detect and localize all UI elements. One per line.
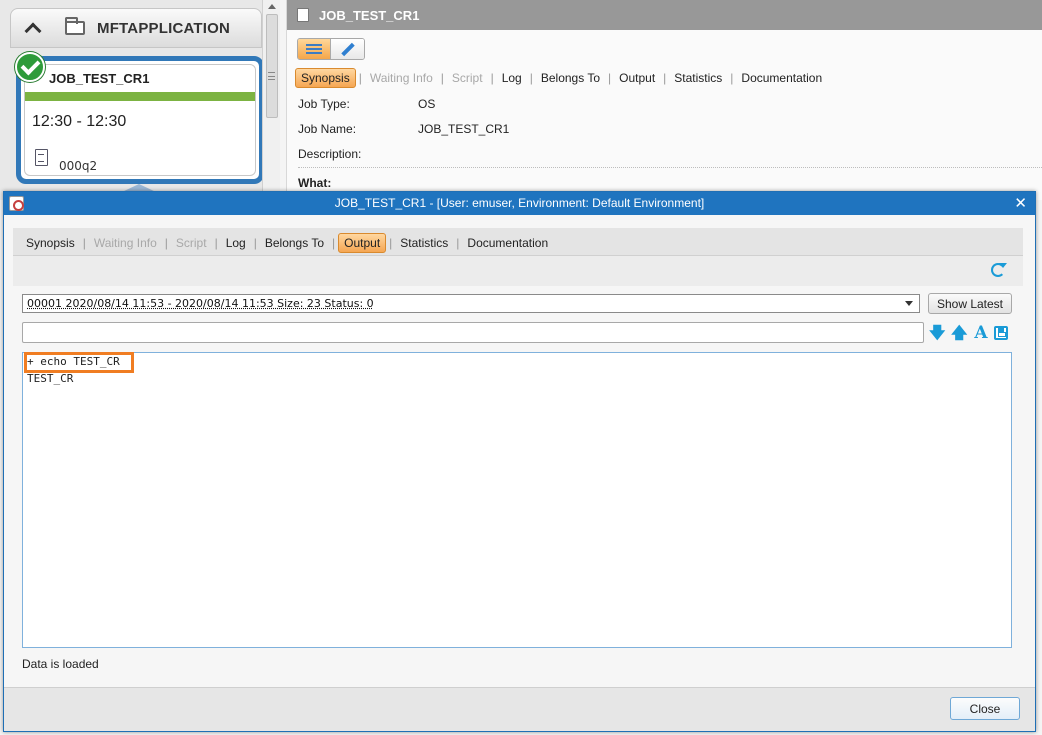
list-view-button[interactable] [298,39,332,59]
job-name-value: JOB_TEST_CR1 [418,122,510,136]
job-status-bar [25,92,255,101]
dialog-tabs: Synopsis | Waiting Info | Script | Log | Belongs… [21,233,553,253]
status-text: Data is loaded [22,657,99,671]
dialog-footer: Close [4,687,1035,731]
tab-separator: | [253,236,257,250]
folder-panel: MFTAPPLICATION JOB_TEST_CR1 12:30 - 12:3… [0,0,264,200]
edit-button[interactable] [331,39,364,59]
folder-icon [65,17,85,35]
resize-grip-icon[interactable] [268,72,275,80]
tab-separator: | [730,71,734,85]
job-card-time: 12:30 - 12:30 [32,113,127,130]
highlight-box [24,352,134,373]
output-dialog: JOB_TEST_CR1 - [User: emuser, Environmen… [3,191,1036,732]
success-check-icon [15,52,45,82]
tab-separator: | [332,236,336,250]
details-header: JOB_TEST_CR1 [287,0,1042,30]
dialog-title: JOB_TEST_CR1 - [User: emuser, Environmen… [334,196,705,210]
details-tab-statistics[interactable]: Statistics [669,69,727,87]
job-type-value: OS [418,97,436,111]
tab-separator: | [490,71,494,85]
details-tab-output[interactable]: Output [614,69,660,87]
show-latest-button[interactable]: Show Latest [928,293,1012,314]
details-panel: JOB_TEST_CR1 Synopsis | Waiting Info | Scrip… [286,0,1042,200]
tab-separator: | [529,71,533,85]
details-tab-documentation[interactable]: Documentation [736,69,827,87]
job-card-title: JOB_TEST_CR1 [49,71,150,86]
chevron-down-icon[interactable] [905,301,913,306]
details-tabs: Synopsis | Waiting Info | Script | Log | Belongs… [295,68,827,88]
vertical-scrollbar[interactable] [262,0,280,200]
tab-separator: | [389,236,393,250]
folder-header[interactable]: MFTAPPLICATION [10,8,262,48]
job-type-label: Job Type: [298,97,350,111]
dialog-tab-script: Script [175,236,207,250]
job-document-icon [297,8,309,22]
dialog-tab-log[interactable]: Log [221,234,251,252]
scroll-up-arrow-icon[interactable] [268,4,276,9]
dialog-tab-statistics[interactable]: Statistics [395,234,453,252]
tab-separator: | [82,236,86,250]
details-tab-synopsis[interactable]: Synopsis [295,68,356,88]
dialog-tab-synopsis[interactable]: Synopsis [21,234,80,252]
output-text-area[interactable]: + echo TEST_CR TEST_CR [22,352,1012,648]
folder-title: MFTAPPLICATION [97,19,231,37]
arrow-down-icon[interactable]: 🡇 [929,325,945,341]
dialog-tab-waiting-info: Waiting Info [93,236,157,250]
save-icon[interactable] [994,326,1008,340]
tab-separator: | [214,236,218,250]
tab-separator: | [663,71,667,85]
job-name-label: Job Name: [298,122,357,136]
list-icon [306,44,322,54]
job-order-id: 000q2 [59,159,98,173]
tab-separator: | [608,71,612,85]
arrow-up-icon[interactable]: 🡅 [951,325,967,341]
details-tab-belongs-to[interactable]: Belongs To [536,69,605,87]
run-select-value: 00001 2020/08/14 11:53 - 2020/08/14 11:5… [27,297,374,310]
document-icon [35,149,48,166]
description-label: Description: [298,147,362,161]
details-tab-script: Script [451,71,483,85]
collapse-chevron-icon[interactable] [24,22,42,40]
divider [298,167,1042,168]
dialog-toolbar [13,256,1023,286]
what-label: What: [298,176,332,190]
scroll-thumb[interactable] [266,14,278,118]
dialog-titlebar[interactable]: JOB_TEST_CR1 - [User: emuser, Environmen… [4,192,1035,215]
job-card[interactable]: JOB_TEST_CR1 12:30 - 12:30 000q2 [16,56,264,184]
close-icon[interactable]: ✕ [1014,195,1027,211]
tab-separator: | [164,236,168,250]
close-button[interactable]: Close [950,697,1020,720]
view-toggle [297,38,365,60]
font-size-icon[interactable]: A [973,325,989,342]
dialog-tabbar: Synopsis | Waiting Info | Script | Log | Belongs… [13,228,1023,256]
output-line: TEST_CR [27,372,74,385]
tab-separator: | [358,71,362,85]
details-tab-waiting-info: Waiting Info [369,71,433,85]
details-tab-log[interactable]: Log [497,69,527,87]
dialog-tab-documentation[interactable]: Documentation [462,234,553,252]
dialog-tab-output[interactable]: Output [338,233,387,253]
pencil-icon [340,42,355,56]
tab-separator: | [456,236,460,250]
details-title: JOB_TEST_CR1 [319,7,420,23]
run-select[interactable]: 00001 2020/08/14 11:53 - 2020/08/14 11:5… [22,294,920,313]
tab-separator: | [440,71,444,85]
dialog-tab-belongs-to[interactable]: Belongs To [260,234,329,252]
refresh-icon[interactable] [991,263,1007,277]
search-input[interactable] [22,322,924,343]
